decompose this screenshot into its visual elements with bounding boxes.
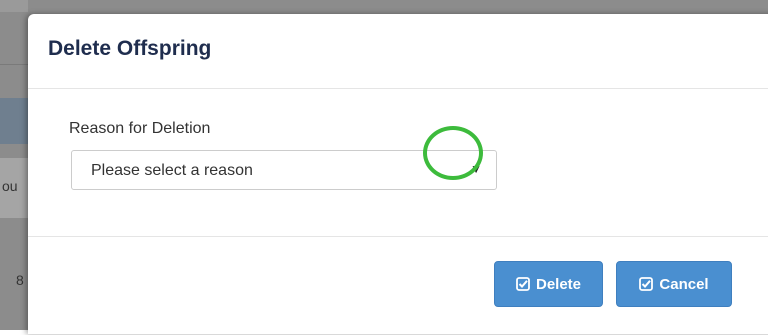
dialog-title: Delete Offspring bbox=[48, 37, 212, 60]
check-square-icon bbox=[639, 277, 654, 291]
dialog-header: Delete Offspring bbox=[28, 14, 768, 89]
dialog-body: Reason for Deletion Please select a reas… bbox=[28, 89, 768, 236]
background-row-text: ou bbox=[2, 178, 18, 194]
dialog-footer: Delete Cancel bbox=[28, 236, 768, 335]
background-row-text: 8 bbox=[16, 272, 24, 288]
background-header-strip bbox=[0, 0, 28, 12]
reason-select-value: Please select a reason bbox=[91, 162, 253, 179]
delete-button[interactable]: Delete bbox=[494, 261, 603, 307]
check-square-icon bbox=[516, 277, 530, 291]
background-divider bbox=[0, 64, 28, 65]
cancel-button[interactable]: Cancel bbox=[616, 261, 732, 307]
delete-offspring-dialog: Delete Offspring Reason for Deletion Ple… bbox=[28, 14, 768, 334]
delete-button-label: Delete bbox=[535, 275, 582, 293]
highlight-circle-annotation bbox=[423, 126, 483, 180]
reason-label: Reason for Deletion bbox=[69, 120, 211, 137]
background-table-header bbox=[0, 98, 28, 144]
cancel-button-label: Cancel bbox=[659, 275, 709, 293]
